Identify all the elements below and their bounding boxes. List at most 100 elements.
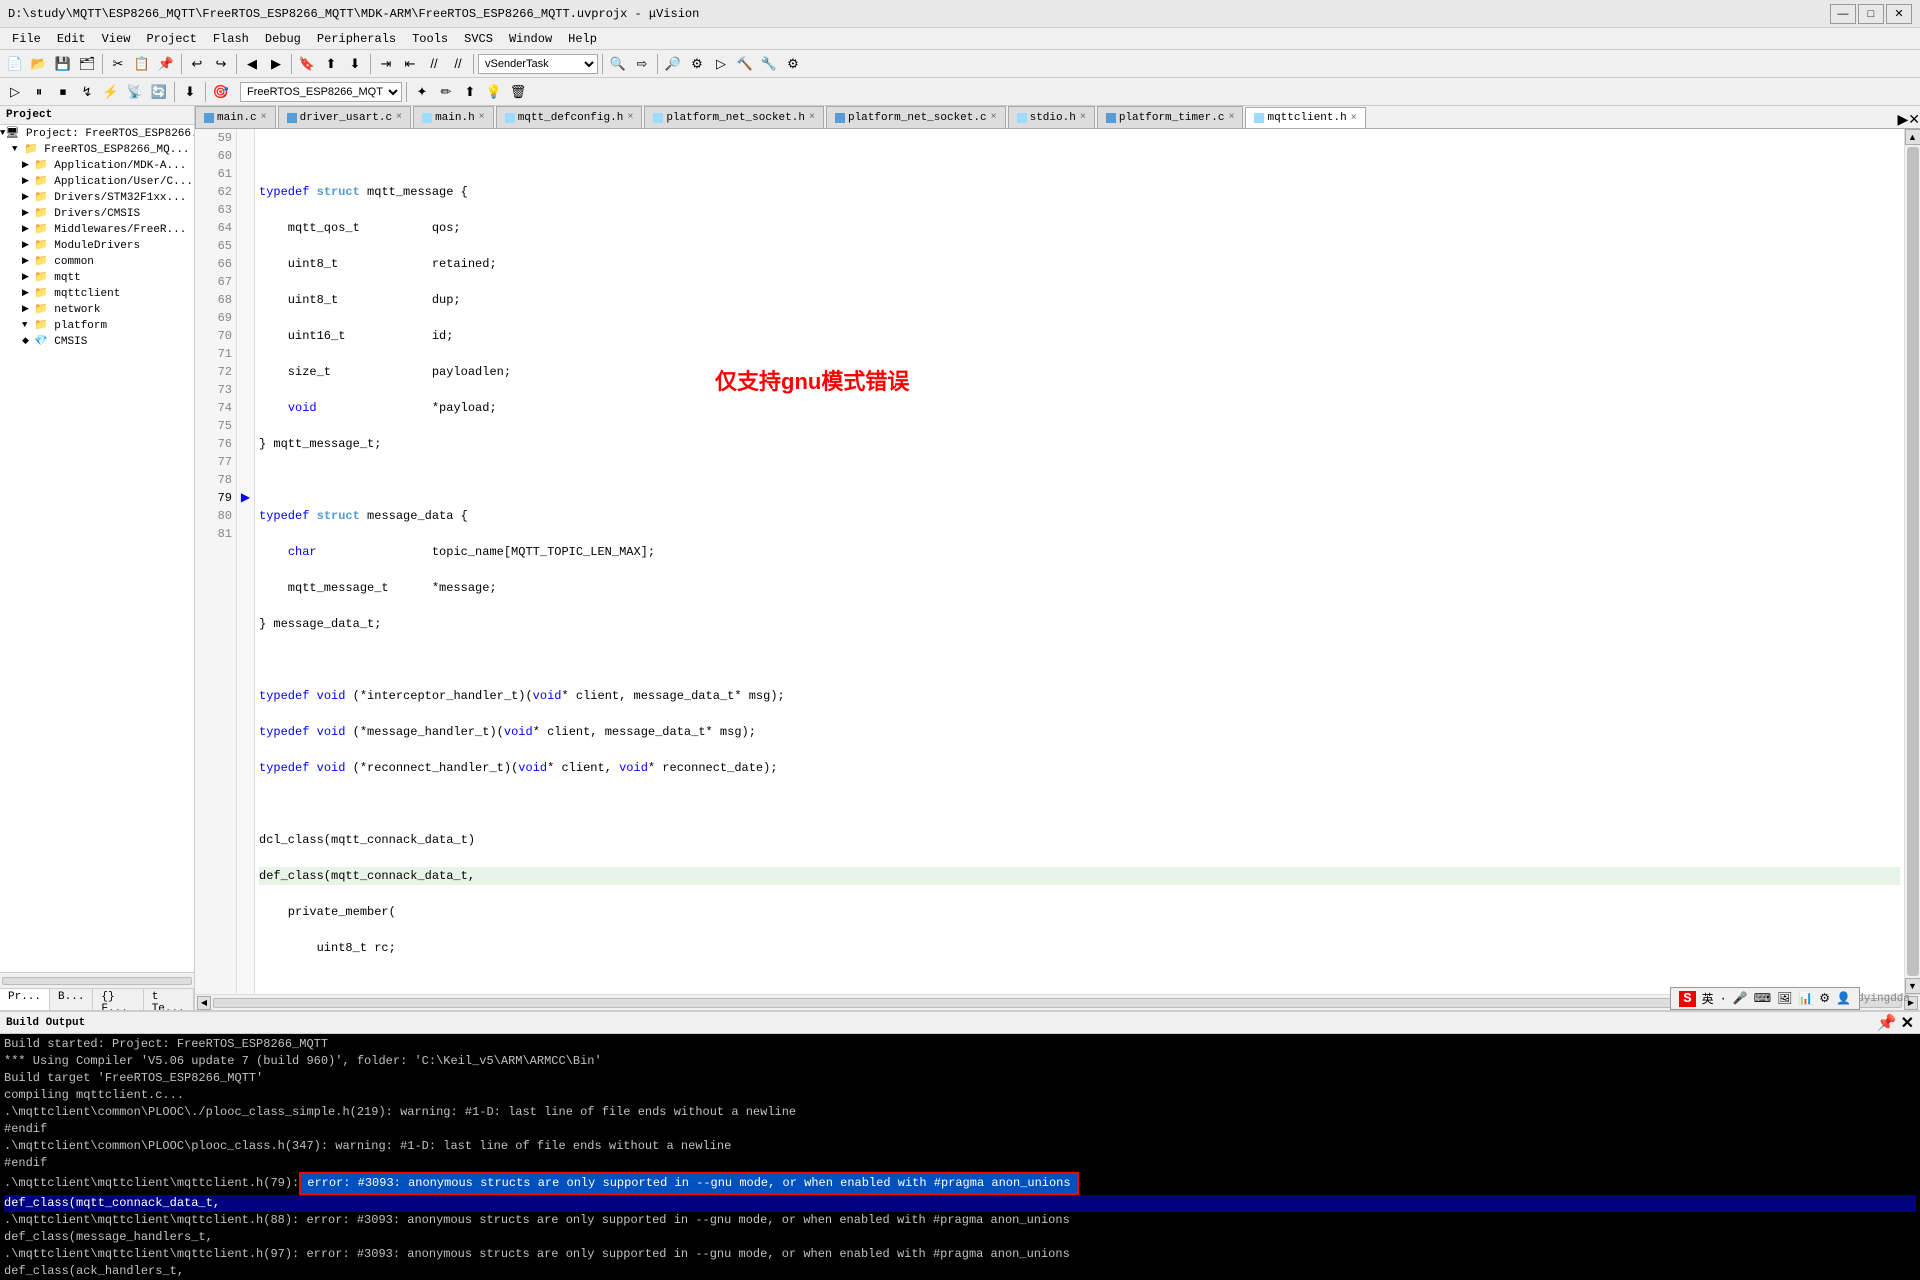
menu-debug[interactable]: Debug	[257, 30, 309, 48]
save-button[interactable]: 💾	[52, 53, 74, 75]
tree-item[interactable]: ▶ 📁 network	[0, 301, 194, 317]
load-btn[interactable]: ⬇	[179, 81, 201, 103]
tab-close-icon[interactable]: ×	[627, 112, 633, 123]
code-area[interactable]: typedef struct mqtt_message { mqtt_qos_t…	[255, 129, 1904, 994]
panel-pin-icon[interactable]: 📌	[1877, 1013, 1897, 1033]
panel-tab-templates[interactable]: t Te...	[144, 989, 194, 1010]
tab-collapse[interactable]: ✕	[1908, 111, 1920, 128]
tree-item[interactable]: ▶ 📁 Middlewares/FreeR...	[0, 221, 194, 237]
paste-button[interactable]: 📌	[155, 53, 177, 75]
copy-button[interactable]: 📋	[131, 53, 153, 75]
tab-close-icon[interactable]: ×	[1080, 112, 1086, 123]
indent-button[interactable]: ⇥	[375, 53, 397, 75]
tab-close-icon[interactable]: ×	[479, 112, 485, 123]
nav-fwd-button[interactable]: ▶	[265, 53, 287, 75]
unindent-button[interactable]: ⇤	[399, 53, 421, 75]
tab-close-icon[interactable]: ×	[1228, 112, 1234, 123]
scroll-down-button[interactable]: ▼	[1905, 978, 1920, 994]
build-output-content[interactable]: Build started: Project: FreeRTOS_ESP8266…	[0, 1034, 1920, 1280]
menu-peripherals[interactable]: Peripherals	[309, 30, 404, 48]
tab-close-icon[interactable]: ×	[261, 112, 267, 123]
debug-btn4[interactable]: ↯	[76, 81, 98, 103]
erase-btn[interactable]: 🗑	[507, 81, 529, 103]
options-button[interactable]: ⚙	[782, 53, 804, 75]
tab-mqtt-defconfig[interactable]: mqtt_defconfig.h ×	[496, 106, 643, 128]
scroll-left-button[interactable]: ◀	[197, 996, 211, 1010]
sogou-keyboard-icon[interactable]: ⌨	[1754, 991, 1771, 1006]
debug-start-button[interactable]: ▷	[4, 81, 26, 103]
bookmark-prev-button[interactable]: ⬆	[320, 53, 342, 75]
save-all-button[interactable]: 🗂	[76, 53, 98, 75]
debug-btn3[interactable]: ⏹	[52, 81, 74, 103]
comment-button[interactable]: //	[423, 53, 445, 75]
tree-item[interactable]: ▶ 📁 common	[0, 253, 194, 269]
panel-close-icon[interactable]: ✕	[1901, 1013, 1914, 1033]
tree-item[interactable]: ▶ 📁 Application/MDK-A...	[0, 157, 194, 173]
close-button[interactable]: ✕	[1886, 4, 1912, 24]
tree-item[interactable]: ▼ 📁 FreeRTOS_ESP8266_MQ...	[0, 141, 194, 157]
tree-item[interactable]: ▶ 📁 Drivers/CMSIS	[0, 205, 194, 221]
tree-item-cmsis[interactable]: ◆ 💎 CMSIS	[0, 333, 194, 349]
build-line-error-main[interactable]: .\mqttclient\mqttclient\mqttclient.h(79)…	[4, 1172, 1916, 1195]
tab-main-c[interactable]: main.c ×	[195, 106, 276, 128]
debug-btn5[interactable]: ⚡	[100, 81, 122, 103]
menu-help[interactable]: Help	[560, 30, 605, 48]
pencil-btn[interactable]: ✏	[435, 81, 457, 103]
zoom-button[interactable]: 🔎	[662, 53, 684, 75]
find-button[interactable]: 🔍	[607, 53, 629, 75]
target-dropdown-2[interactable]: FreeRTOS_ESP8266_MQT	[240, 82, 402, 102]
menu-project[interactable]: Project	[138, 30, 204, 48]
tab-main-h[interactable]: main.h ×	[413, 106, 494, 128]
build-button[interactable]: 🔨	[734, 53, 756, 75]
open-button[interactable]: 📂	[28, 53, 50, 75]
target-selector[interactable]: vSenderTask	[478, 54, 598, 74]
tree-item-platform[interactable]: ▼ 📁 platform	[0, 317, 194, 333]
bookmark-next-button[interactable]: ⬇	[344, 53, 366, 75]
tab-platform-net-socket-c[interactable]: platform_net_socket.c ×	[826, 106, 1006, 128]
tab-close-icon[interactable]: ×	[809, 112, 815, 123]
sogou-tool2-icon[interactable]: 📊	[1798, 991, 1813, 1006]
tab-platform-net-socket-h[interactable]: platform_net_socket.h ×	[644, 106, 824, 128]
tab-mqttclient-h[interactable]: mqttclient.h ×	[1245, 107, 1365, 129]
editor-vertical-scrollbar[interactable]: ▲ ▼	[1904, 129, 1920, 994]
debug-btn6[interactable]: 📡	[124, 81, 146, 103]
redo-button[interactable]: ↪	[210, 53, 232, 75]
cut-button[interactable]: ✂	[107, 53, 129, 75]
find-next-button[interactable]: ⇨	[631, 53, 653, 75]
tab-close-icon[interactable]: ×	[1351, 113, 1357, 124]
chip-btn[interactable]: 💡	[483, 81, 505, 103]
tree-item[interactable]: ▶ 📁 Drivers/STM32F1xx...	[0, 189, 194, 205]
tree-item[interactable]: ▼ 🖥 Project: FreeRTOS_ESP8266...	[0, 125, 194, 141]
panel-tab-project[interactable]: Pr...	[0, 989, 50, 1010]
h-scroll-track[interactable]	[213, 998, 1902, 1008]
debug-btn2[interactable]: ⏸	[28, 81, 50, 103]
maximize-button[interactable]: □	[1858, 4, 1884, 24]
menu-file[interactable]: File	[4, 30, 49, 48]
tab-close-icon[interactable]: ×	[991, 112, 997, 123]
panel-tab-books[interactable]: B...	[50, 989, 93, 1010]
upload-btn[interactable]: ⬆	[459, 81, 481, 103]
scroll-thumb[interactable]	[1907, 147, 1919, 976]
sogou-mic-icon[interactable]: 🎤	[1733, 991, 1748, 1006]
tab-close-icon[interactable]: ×	[396, 112, 402, 123]
editor-horizontal-scrollbar[interactable]: ◀ ▶	[195, 994, 1920, 1010]
tab-driver-usart-c[interactable]: driver_usart.c ×	[278, 106, 411, 128]
target-options-btn[interactable]: 🎯	[210, 81, 232, 103]
rebuild-button[interactable]: 🔧	[758, 53, 780, 75]
sogou-settings-icon[interactable]: ⚙	[1819, 991, 1830, 1006]
minimize-button[interactable]: —	[1830, 4, 1856, 24]
menu-edit[interactable]: Edit	[49, 30, 94, 48]
tree-item[interactable]: ▶ 📁 mqttclient	[0, 285, 194, 301]
undo-button[interactable]: ↩	[186, 53, 208, 75]
project-tree[interactable]: ▼ 🖥 Project: FreeRTOS_ESP8266... ▼ 📁 Fre…	[0, 125, 194, 972]
uncomment-button[interactable]: //	[447, 53, 469, 75]
run-button[interactable]: ▷	[710, 53, 732, 75]
debug-btn7[interactable]: 🔄	[148, 81, 170, 103]
nav-back-button[interactable]: ◀	[241, 53, 263, 75]
panel-tab-functions[interactable]: {} F...	[93, 989, 143, 1010]
tree-item[interactable]: ▶ 📁 ModuleDrivers	[0, 237, 194, 253]
menu-window[interactable]: Window	[501, 30, 560, 48]
tree-item[interactable]: ▶ 📁 Application/User/C...	[0, 173, 194, 189]
menu-tools[interactable]: Tools	[404, 30, 456, 48]
bookmark-button[interactable]: 🔖	[296, 53, 318, 75]
